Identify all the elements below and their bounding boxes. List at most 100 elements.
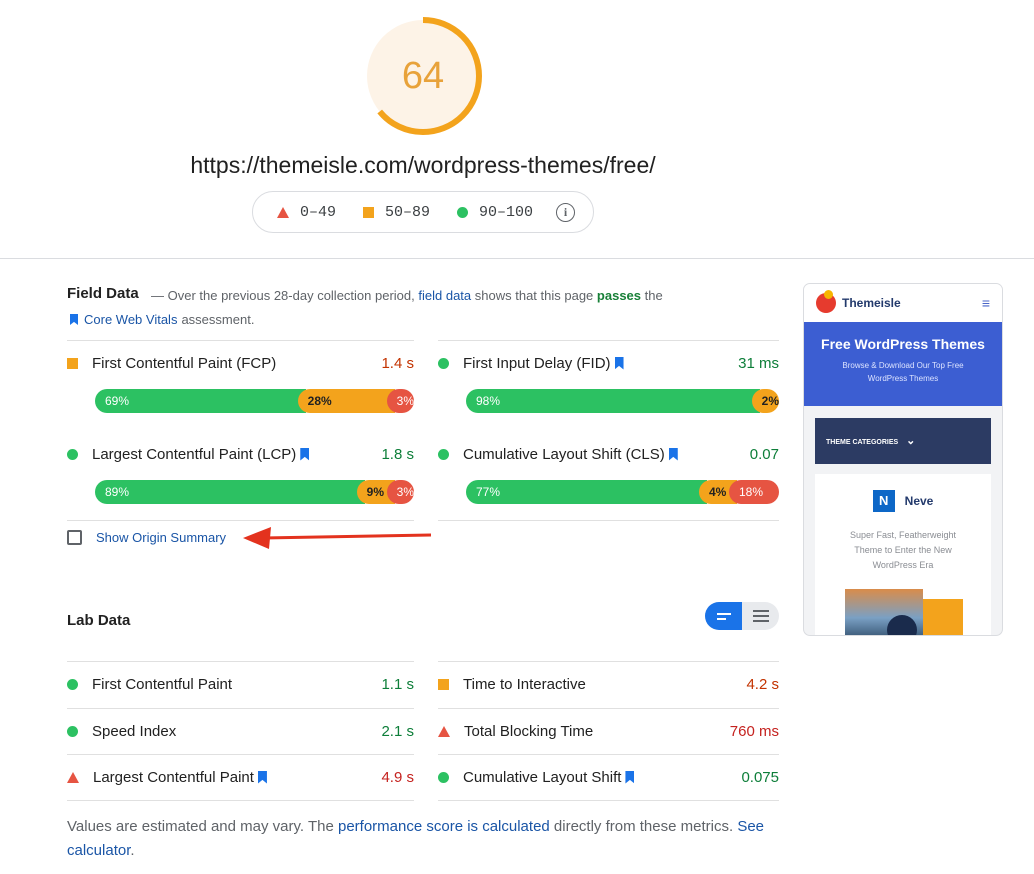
divider: [67, 340, 414, 341]
lab-metric: First Contentful Paint 1.1 s: [67, 674, 414, 694]
divider: [438, 708, 779, 709]
pass-circle-icon: [438, 357, 449, 369]
distribution-segment-ni: 2%: [751, 389, 779, 413]
legend-average-label: 50–89: [385, 203, 431, 221]
lab-metric: Speed Index 2.1 s: [67, 721, 414, 741]
average-square-icon: [363, 206, 375, 218]
thumb-preview-image: [923, 599, 963, 635]
tested-url: https://themeisle.com/wordpress-themes/f…: [190, 152, 656, 178]
divider: [67, 754, 414, 755]
distribution-segment-good: 89%: [95, 480, 365, 504]
divider: [438, 754, 779, 755]
field-desc-text-3: the: [644, 288, 663, 303]
lab-metric: Time to Interactive 4.2 s: [438, 674, 779, 694]
legend-pass-label: 90–100: [479, 203, 534, 221]
core-web-vital-bookmark-icon: [668, 447, 678, 461]
core-web-vital-bookmark-icon: [257, 770, 267, 784]
thumb-hero-subtitle: Browse & Download Our Top Free WordPress…: [804, 359, 1002, 385]
metric-label: Speed Index: [92, 723, 176, 740]
field-metric: First Input Delay (FID) 31 ms 98% 2%: [438, 353, 779, 413]
field-desc-text-2: shows that this page: [474, 288, 594, 303]
lines-icon: [716, 612, 731, 615]
field-data-link[interactable]: field data: [418, 288, 471, 303]
metric-label: Cumulative Layout Shift (CLS): [463, 446, 678, 463]
distribution-bar: 69% 28% 3%: [95, 389, 414, 413]
divider: [438, 661, 779, 662]
field-desc-text-1: — Over the previous 28-day collection pe…: [151, 288, 415, 303]
legend-fail-label: 0–49: [300, 203, 337, 221]
metric-label: First Input Delay (FID): [463, 355, 624, 372]
metric-value: 0.075: [741, 768, 779, 786]
distribution-bar: 77% 4% 18%: [466, 480, 779, 504]
origin-summary-toggle[interactable]: Show Origin Summary: [67, 530, 226, 545]
score-calculated-link[interactable]: performance score is calculated: [338, 818, 550, 835]
metric-value: 1.1 s: [381, 675, 414, 693]
distribution-segment-good: 98%: [466, 389, 760, 413]
metric-value: 760 ms: [729, 722, 779, 740]
metric-label: First Contentful Paint (FCP): [92, 355, 276, 372]
thumb-brand: Themeisle: [842, 296, 901, 310]
distribution-segment-good: 69%: [95, 389, 306, 413]
hamburger-menu-icon: ≡: [981, 295, 990, 311]
pass-circle-icon: [67, 725, 78, 737]
metric-label-text: Largest Contentful Paint (LCP): [92, 445, 297, 463]
metric-label: Time to Interactive: [463, 676, 586, 693]
metric-label-text: Cumulative Layout Shift: [463, 768, 622, 786]
thumb-neve-line-1: Super Fast, Featherweight: [849, 530, 957, 540]
performance-score: 64: [401, 55, 445, 97]
distribution-segment-good: 77%: [466, 480, 707, 504]
distribution-segment-poor: 3%: [386, 389, 414, 413]
legend-fail: 0–49: [277, 204, 336, 221]
detailed-view-button[interactable]: [742, 602, 779, 630]
field-metric: First Contentful Paint (FCP) 1.4 s 69% 28% 3…: [67, 353, 414, 413]
divider: [438, 800, 779, 801]
metric-label: Largest Contentful Paint: [93, 769, 267, 786]
lab-metric: Cumulative Layout Shift 0.075: [438, 767, 779, 787]
footnote-text-3: .: [130, 842, 135, 859]
metric-label-text: First Input Delay (FID): [463, 354, 611, 372]
lab-metric: Total Blocking Time 760 ms: [438, 721, 779, 741]
field-data-description: — Over the previous 28-day collection pe…: [151, 288, 663, 303]
thumb-categories-label: THEME CATEGORIES: [826, 439, 899, 446]
metric-value: 2.1 s: [381, 722, 414, 740]
info-icon[interactable]: i: [556, 202, 576, 222]
lab-metric: Largest Contentful Paint 4.9 s: [67, 767, 414, 787]
footnote-text-1: Values are estimated and may vary. The: [67, 818, 334, 835]
field-data-title: Field Data: [67, 285, 139, 302]
score-legend: 0–49 50–89 90–100 i: [252, 191, 594, 233]
thumb-neve-name: Neve: [904, 494, 934, 508]
view-toggle[interactable]: [705, 602, 779, 630]
thumb-neve-description: Super Fast, Featherweight Theme to Enter…: [815, 528, 991, 573]
passes-text: passes: [596, 288, 642, 303]
lines-icon: [716, 617, 726, 620]
divider: [438, 520, 779, 521]
metric-label-text: First Contentful Paint: [92, 675, 233, 693]
fail-triangle-icon: [277, 206, 289, 218]
metric-label-text: Cumulative Layout Shift (CLS): [463, 445, 665, 463]
lines-icon: [752, 610, 769, 612]
pass-circle-icon: [457, 206, 469, 218]
distribution-bar: 89% 9% 3%: [95, 480, 414, 504]
metric-value: 0.07: [749, 445, 779, 463]
origin-summary-checkbox[interactable]: [67, 530, 82, 545]
field-desc-text-4: assessment.: [181, 312, 255, 327]
themeisle-logo-icon: [816, 290, 836, 313]
thumb-header: Themeisle ≡: [804, 284, 1002, 322]
average-square-icon: [67, 357, 78, 369]
thumb-neve-line-3: WordPress Era: [872, 560, 934, 570]
lab-data-title: Lab Data: [67, 612, 131, 629]
page-screenshot-thumbnail: Themeisle ≡ Free WordPress Themes Browse…: [803, 283, 1003, 636]
summary-view-button[interactable]: [705, 602, 742, 630]
core-web-vital-bookmark-icon: [614, 356, 624, 370]
thumb-hero-title: Free WordPress Themes: [821, 336, 985, 352]
divider: [67, 800, 414, 801]
divider: [438, 340, 779, 341]
legend-pass: 90–100: [457, 204, 533, 221]
pass-circle-icon: [438, 448, 449, 460]
metric-label: First Contentful Paint: [92, 676, 232, 693]
origin-summary-label[interactable]: Show Origin Summary: [96, 530, 226, 545]
metric-label-text: Speed Index: [92, 722, 177, 740]
thumb-hero-subtitle-line-2: WordPress Themes: [867, 374, 939, 383]
divider: [67, 520, 414, 521]
core-web-vitals-link[interactable]: Core Web Vitals: [84, 312, 177, 327]
